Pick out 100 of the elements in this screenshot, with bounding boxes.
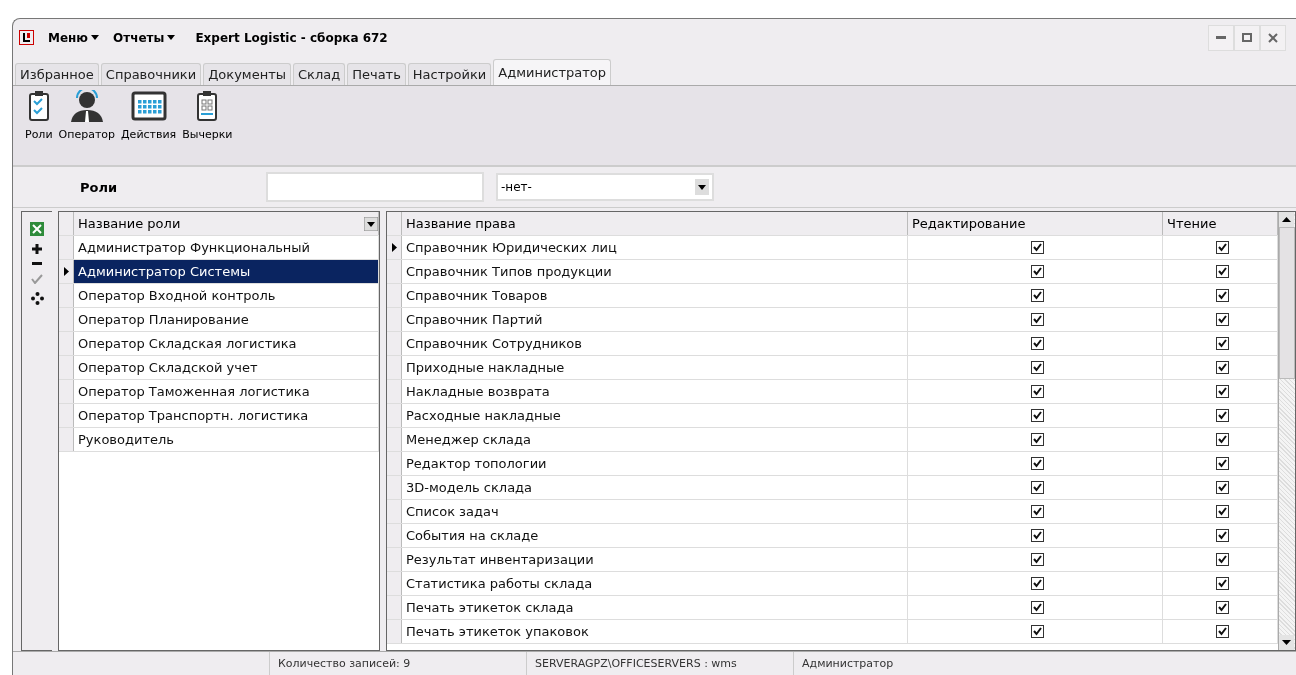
checkbox[interactable] bbox=[1215, 265, 1229, 279]
row-pointer-icon bbox=[63, 267, 69, 277]
checkbox[interactable] bbox=[1030, 433, 1044, 447]
menu-button[interactable]: Отчеты bbox=[113, 30, 176, 45]
calendar-icon bbox=[130, 89, 167, 122]
role-row[interactable]: Оператор Планирование bbox=[74, 308, 379, 332]
column-header[interactable]: Чтение bbox=[1163, 212, 1278, 236]
tab[interactable]: Справочники bbox=[100, 62, 202, 85]
row-header[interactable] bbox=[387, 236, 402, 260]
tab[interactable]: Администратор bbox=[493, 58, 612, 85]
checkbox[interactable] bbox=[1030, 361, 1044, 375]
role-row[interactable]: Оператор Транспортн. логистика bbox=[74, 404, 379, 428]
menu-button[interactable]: Меню bbox=[48, 30, 100, 45]
dropdown[interactable]: -нет- bbox=[496, 173, 714, 202]
status-text: SERVERAGPZ\OFFICESERVERS : wms bbox=[526, 652, 793, 675]
checkbox[interactable] bbox=[1030, 409, 1044, 423]
checkmark-icon[interactable] bbox=[31, 274, 43, 285]
close-button[interactable] bbox=[1260, 24, 1286, 51]
tab[interactable]: Склад bbox=[292, 62, 346, 85]
remove-icon[interactable] bbox=[32, 262, 42, 267]
checkbox[interactable] bbox=[1030, 313, 1044, 327]
table-cell: Справочник Сотрудников bbox=[402, 332, 908, 356]
checkbox[interactable] bbox=[1215, 289, 1229, 303]
dropdown-caret-icon[interactable] bbox=[695, 179, 709, 196]
role-row[interactable]: Администратор Системы bbox=[74, 260, 379, 284]
table-cell: Редактор топологии bbox=[402, 452, 908, 476]
role-row[interactable]: Администратор Функциональный bbox=[74, 236, 379, 260]
table-cell: Результат инвентаризации bbox=[402, 548, 908, 572]
toolbar-button[interactable]: Действия bbox=[121, 89, 177, 141]
checkbox[interactable] bbox=[1030, 241, 1044, 255]
scroll-up-icon[interactable] bbox=[1279, 212, 1294, 228]
checkbox[interactable] bbox=[1215, 505, 1229, 519]
checkbox[interactable] bbox=[1215, 625, 1229, 639]
row-header[interactable] bbox=[59, 260, 74, 284]
role-row[interactable]: Оператор Складская логистика bbox=[74, 332, 379, 356]
scrollbar-thumb[interactable] bbox=[1279, 227, 1295, 380]
column-header[interactable]: Редактирование bbox=[908, 212, 1163, 236]
checkbox[interactable] bbox=[1215, 577, 1229, 591]
checkbox[interactable] bbox=[1030, 289, 1044, 303]
checkbox[interactable] bbox=[1030, 553, 1044, 567]
checkbox[interactable] bbox=[1030, 265, 1044, 279]
checkbox[interactable] bbox=[1215, 241, 1229, 255]
search-field[interactable] bbox=[266, 172, 484, 203]
column-header[interactable]: Название права bbox=[402, 212, 908, 236]
table-cell: Справочник Партий bbox=[402, 308, 908, 332]
caret-icon bbox=[167, 35, 176, 41]
excel-icon[interactable] bbox=[30, 222, 44, 237]
role-row[interactable]: Оператор Таможенная логистика bbox=[74, 380, 379, 404]
table-cell: Статистика работы склада bbox=[402, 572, 908, 596]
checkbox[interactable] bbox=[1215, 409, 1229, 423]
role-row[interactable]: Руководитель bbox=[74, 428, 379, 452]
toolbar-button[interactable]: Оператор bbox=[58, 89, 115, 141]
caret-icon bbox=[91, 35, 100, 41]
table-cell: Список задач bbox=[402, 500, 908, 524]
checkbox[interactable] bbox=[1030, 457, 1044, 471]
checkbox[interactable] bbox=[1215, 481, 1229, 495]
toolbar-button[interactable]: Роли bbox=[25, 89, 53, 141]
checkbox[interactable] bbox=[1215, 433, 1229, 447]
checkbox[interactable] bbox=[1030, 337, 1044, 351]
maximize-button[interactable] bbox=[1234, 24, 1260, 51]
checkbox[interactable] bbox=[1215, 337, 1229, 351]
scroll-down-icon[interactable] bbox=[1279, 635, 1294, 651]
refresh-icon[interactable] bbox=[30, 292, 44, 306]
checkbox[interactable] bbox=[1215, 385, 1229, 399]
table-cell: Справочник Юридических лиц bbox=[402, 236, 908, 260]
row-pointer-icon bbox=[391, 243, 397, 253]
role-row[interactable]: Оператор Складской учет bbox=[74, 356, 379, 380]
filter-label: Роли bbox=[79, 179, 119, 195]
table-cell: Накладные возврата bbox=[402, 380, 908, 404]
toolbar-button[interactable]: Вычерки bbox=[182, 89, 233, 141]
checkbox[interactable] bbox=[1030, 481, 1044, 495]
checkbox[interactable] bbox=[1215, 361, 1229, 375]
checkbox[interactable] bbox=[1215, 529, 1229, 543]
add-icon[interactable] bbox=[32, 244, 42, 255]
tab[interactable]: Печать bbox=[347, 62, 406, 85]
checkbox[interactable] bbox=[1030, 505, 1044, 519]
filter-dropdown-icon[interactable] bbox=[364, 216, 378, 231]
maximize-icon bbox=[1242, 33, 1252, 43]
role-row[interactable]: Оператор Входной контроль bbox=[74, 284, 379, 308]
checkbox[interactable] bbox=[1030, 601, 1044, 615]
status-text: Администратор bbox=[793, 652, 1050, 675]
table-cell: Расходные накладные bbox=[402, 404, 908, 428]
checkbox[interactable] bbox=[1030, 385, 1044, 399]
clipboard-check-icon bbox=[27, 89, 50, 122]
checkbox[interactable] bbox=[1215, 313, 1229, 327]
checkbox[interactable] bbox=[1215, 601, 1229, 615]
table-cell: Печать этикеток упаковок bbox=[402, 620, 908, 644]
checkbox[interactable] bbox=[1030, 625, 1044, 639]
clipboard-grid-icon bbox=[196, 89, 219, 122]
tab[interactable]: Документы bbox=[203, 62, 291, 85]
checkbox[interactable] bbox=[1215, 457, 1229, 471]
tab[interactable]: Избранное bbox=[15, 62, 99, 85]
column-header[interactable]: Название роли bbox=[74, 212, 379, 236]
checkbox[interactable] bbox=[1030, 529, 1044, 543]
close-icon bbox=[1268, 32, 1278, 43]
checkbox[interactable] bbox=[1030, 577, 1044, 591]
tab[interactable]: Настройки bbox=[407, 62, 492, 85]
table-cell: Справочник Типов продукции bbox=[402, 260, 908, 284]
minimize-button[interactable] bbox=[1208, 24, 1234, 51]
checkbox[interactable] bbox=[1215, 553, 1229, 567]
